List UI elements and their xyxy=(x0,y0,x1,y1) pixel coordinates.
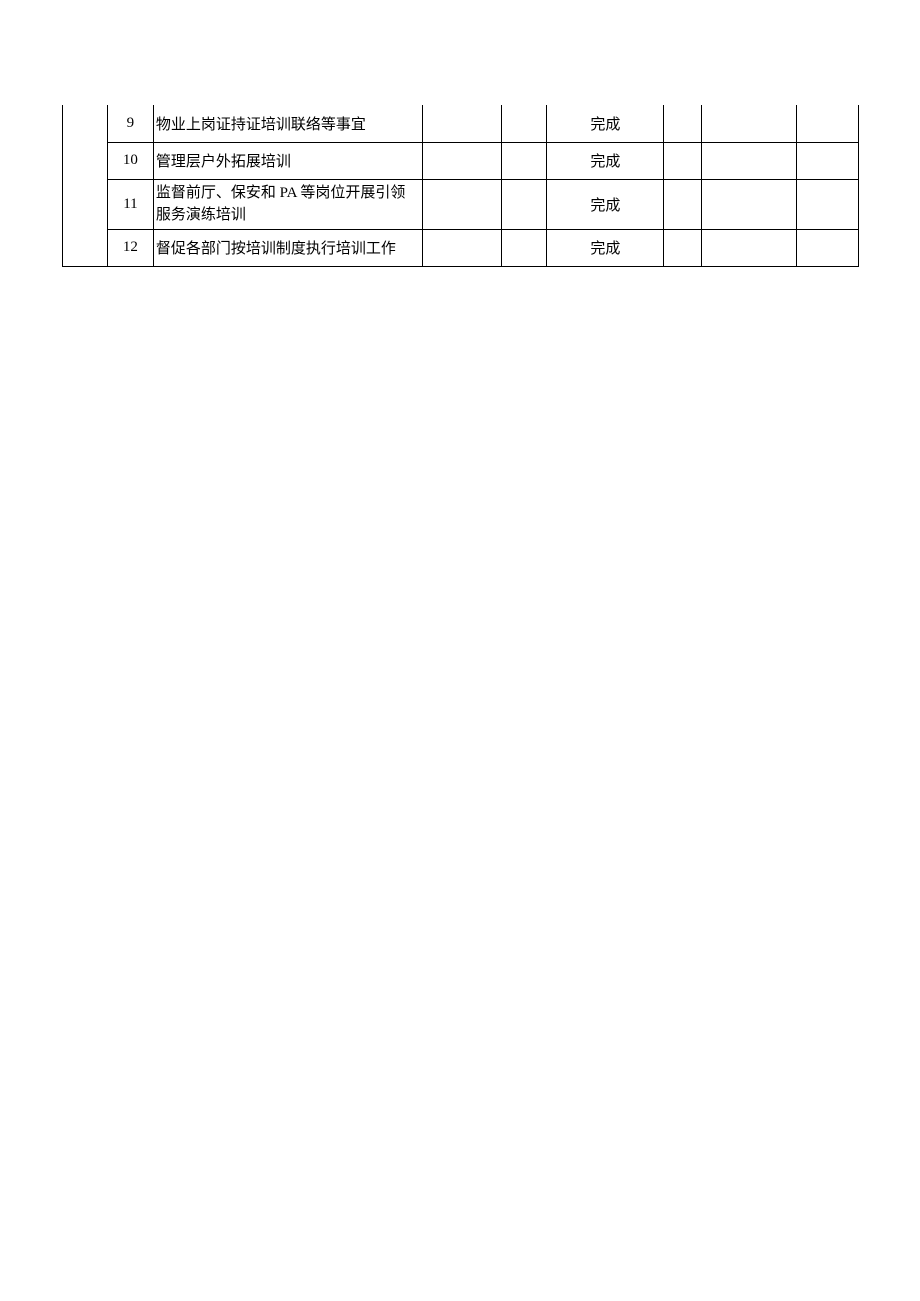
cell-number: 9 xyxy=(107,105,153,142)
cell-empty xyxy=(422,142,502,179)
cell-status: 完成 xyxy=(547,142,664,179)
cell-empty xyxy=(664,105,702,142)
cell-number: 10 xyxy=(107,142,153,179)
cell-empty xyxy=(502,142,547,179)
cell-description: 督促各部门按培训制度执行培训工作 xyxy=(153,229,422,266)
table-row: 12 督促各部门按培训制度执行培训工作 完成 xyxy=(63,229,859,266)
cell-number: 11 xyxy=(107,179,153,229)
cell-empty xyxy=(797,229,859,266)
cell-empty xyxy=(702,229,797,266)
cell-empty xyxy=(797,142,859,179)
cell-category xyxy=(63,105,108,266)
table-row: 10 管理层户外拓展培训 完成 xyxy=(63,142,859,179)
cell-number: 12 xyxy=(107,229,153,266)
cell-status: 完成 xyxy=(547,179,664,229)
cell-empty xyxy=(502,229,547,266)
cell-empty xyxy=(702,179,797,229)
cell-description: 监督前厅、保安和 PA 等岗位开展引领服务演练培训 xyxy=(153,179,422,229)
cell-empty xyxy=(702,105,797,142)
cell-empty xyxy=(422,179,502,229)
cell-empty xyxy=(664,179,702,229)
cell-description: 物业上岗证持证培训联络等事宜 xyxy=(153,105,422,142)
cell-empty xyxy=(664,142,702,179)
cell-status: 完成 xyxy=(547,105,664,142)
cell-empty xyxy=(502,105,547,142)
table-row: 9 物业上岗证持证培训联络等事宜 完成 xyxy=(63,105,859,142)
cell-description: 管理层户外拓展培训 xyxy=(153,142,422,179)
cell-empty xyxy=(422,229,502,266)
table-row: 11 监督前厅、保安和 PA 等岗位开展引领服务演练培训 完成 xyxy=(63,179,859,229)
cell-empty xyxy=(797,105,859,142)
training-table: 9 物业上岗证持证培训联络等事宜 完成 10 管理层户外拓展培训 完成 11 监… xyxy=(62,105,859,267)
cell-empty xyxy=(502,179,547,229)
cell-status: 完成 xyxy=(547,229,664,266)
cell-empty xyxy=(422,105,502,142)
cell-empty xyxy=(664,229,702,266)
cell-empty xyxy=(797,179,859,229)
cell-empty xyxy=(702,142,797,179)
